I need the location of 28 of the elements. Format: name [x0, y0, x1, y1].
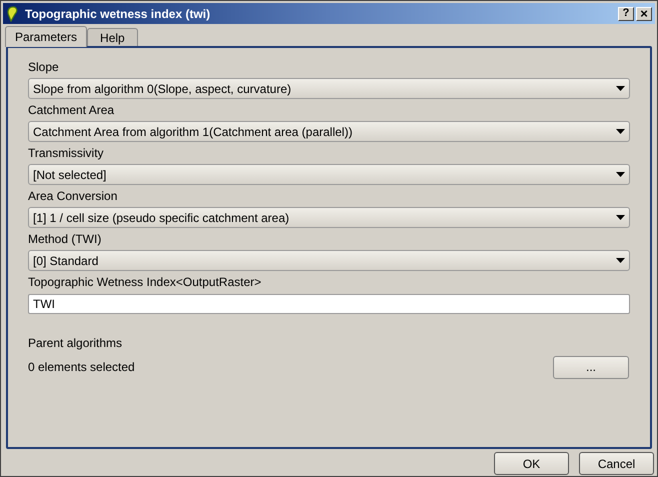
output-name-field[interactable]: TWI: [28, 294, 630, 314]
dropdown-arrow-icon: [616, 86, 625, 91]
field-label: Method (TWI): [28, 231, 102, 248]
help-button[interactable]: ?: [618, 6, 634, 20]
selection-status: 0 elements selected: [28, 359, 135, 376]
field-label: Slope: [28, 59, 60, 76]
dropdown-field[interactable]: Catchment Area from algorithm 1(Catchment area (parallel)): [28, 121, 630, 142]
dropdown-field[interactable]: [Not selected]: [28, 164, 630, 185]
dropdown-field[interactable]: Slope from algorithm 0(Slope, aspect, curvature): [28, 78, 630, 99]
tab[interactable]: Help: [87, 28, 138, 46]
window-title: Topographic wetness index (twi): [25, 6, 210, 22]
field-label: Catchment Area: [28, 102, 116, 119]
cancel-button[interactable]: Cancel: [579, 452, 654, 475]
field-label: Topographic Wetness Index<OutputRaster>: [28, 274, 262, 291]
select-parents-button[interactable]: ...: [553, 356, 629, 378]
dropdown-arrow-icon: [616, 258, 625, 263]
dropdown-field[interactable]: [1] 1 / cell size (pseudo specific catchment area): [28, 207, 630, 228]
tab[interactable]: Parameters: [5, 26, 88, 47]
field-label: Area Conversion: [28, 188, 118, 205]
dropdown-arrow-icon: [616, 129, 625, 134]
dropdown-field[interactable]: [0] Standard: [28, 250, 630, 271]
dropdown-arrow-icon: [616, 172, 625, 177]
field-label: Transmissivity: [28, 145, 105, 162]
app-logo-icon: [6, 6, 20, 22]
close-button[interactable]: ×: [636, 6, 652, 20]
dropdown-arrow-icon: [616, 215, 625, 220]
ok-button[interactable]: OK: [494, 452, 569, 475]
parent-algorithms-label: Parent algorithms: [28, 335, 124, 352]
